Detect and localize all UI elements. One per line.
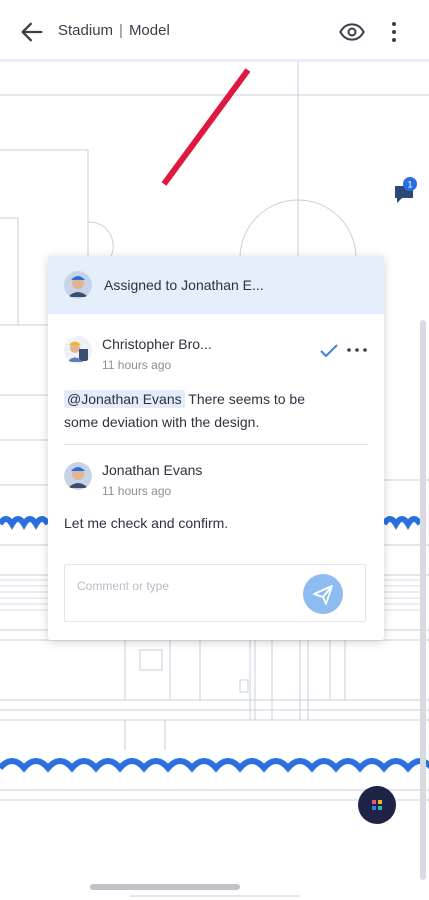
timestamp: 11 hours ago [102, 358, 172, 372]
eye-icon[interactable] [338, 18, 366, 46]
top-app-bar: Stadium | Model [0, 0, 429, 62]
message-divider [64, 444, 368, 445]
comment-input[interactable] [75, 575, 299, 597]
comment-text: @Jonathan Evans There seems to be some d… [64, 388, 334, 434]
comment-input-box [64, 564, 366, 622]
back-arrow-icon[interactable] [18, 18, 46, 46]
send-button[interactable] [303, 574, 343, 614]
cloud-markup-left [0, 516, 51, 530]
cloud-markup-bottom [0, 758, 429, 773]
author-name: Christopher Bro... [102, 336, 212, 352]
author-name: Jonathan Evans [102, 462, 203, 478]
more-vertical-icon[interactable] [384, 18, 404, 46]
resolve-check-icon[interactable] [320, 344, 338, 358]
comment-pin-icon[interactable]: 1 [392, 176, 422, 206]
comment-count: 1 [407, 180, 412, 190]
send-icon [313, 585, 333, 605]
assigned-prefix: Assigned to [104, 277, 178, 293]
page-title: Stadium | Model [58, 22, 170, 39]
timestamp: 11 hours ago [102, 484, 172, 498]
view-name: Model [128, 22, 170, 39]
assignee-name: Jonathan E... [181, 277, 264, 293]
title-separator: | [119, 22, 123, 39]
vertical-scrollbar[interactable] [420, 320, 426, 880]
assignee-avatar [64, 271, 92, 299]
cloud-markup-right [381, 516, 423, 530]
assignment-header[interactable]: Assigned to Jonathan E... [48, 256, 384, 314]
assigned-to-label: Assigned to Jonathan E... [104, 277, 264, 293]
comment-thread-card: Assigned to Jonathan E... Christopher Bro… [48, 256, 384, 640]
more-horizontal-icon[interactable] [346, 342, 368, 358]
grid-apps-icon [372, 800, 382, 810]
project-name: Stadium [58, 22, 114, 39]
author-avatar [64, 336, 92, 364]
apps-fab-button[interactable] [358, 786, 396, 824]
home-gesture-bar[interactable] [90, 884, 240, 890]
comment-body-text: Let me check and confirm. [64, 515, 229, 531]
author-avatar [64, 462, 92, 490]
red-markup-line [161, 68, 251, 186]
mention-tag[interactable]: @Jonathan Evans [64, 390, 185, 408]
